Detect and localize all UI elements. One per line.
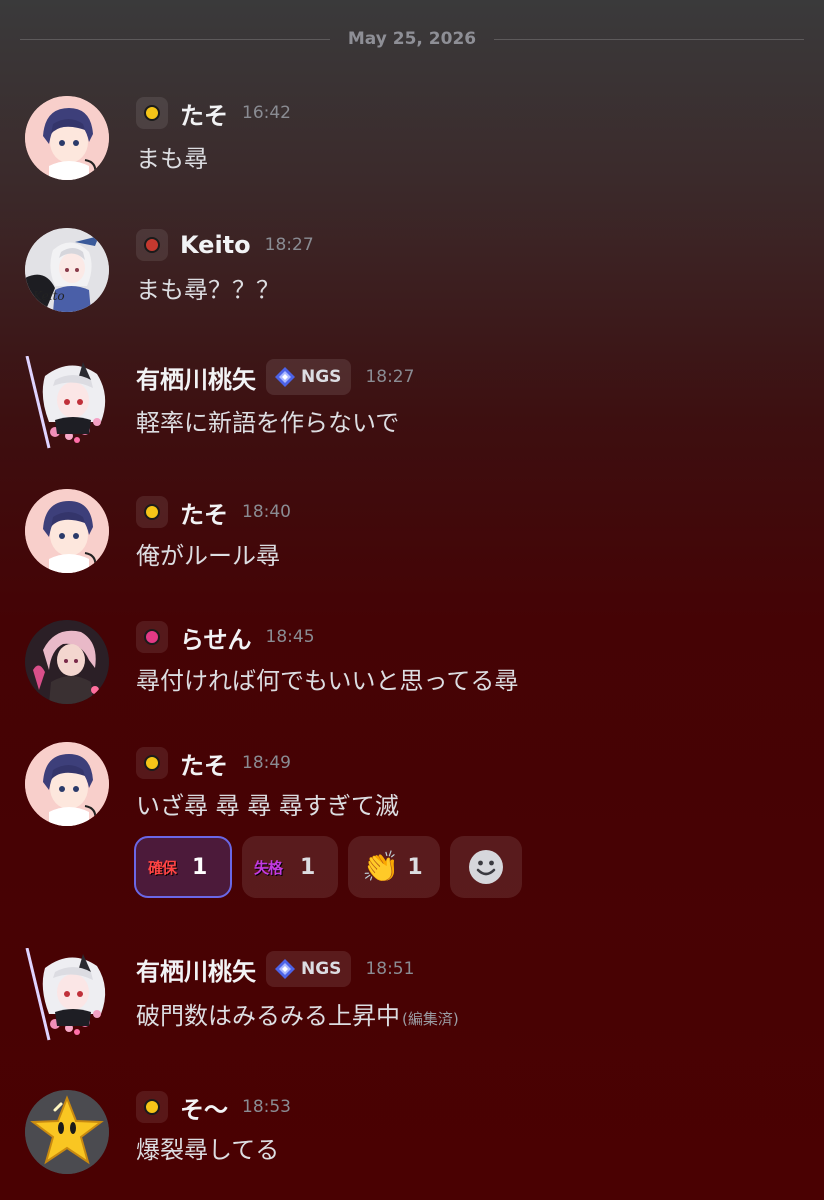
yellow-dot-icon bbox=[144, 504, 160, 520]
message-header: たそ 18:40 bbox=[136, 494, 291, 530]
username[interactable]: たそ bbox=[180, 96, 228, 131]
timestamp: 18:49 bbox=[242, 753, 291, 773]
yellow-dot-icon bbox=[144, 755, 160, 771]
reaction-shikkaku[interactable]: 失格 1 bbox=[242, 836, 338, 898]
username[interactable]: たそ bbox=[180, 746, 228, 781]
server-tag[interactable]: NGS bbox=[266, 951, 352, 987]
divider-line-left bbox=[20, 39, 330, 40]
timestamp: 18:27 bbox=[264, 235, 314, 255]
yellow-dot-icon bbox=[144, 105, 160, 121]
avatar[interactable] bbox=[25, 355, 109, 449]
reaction-clap[interactable]: 👏 1 bbox=[348, 836, 440, 898]
username[interactable]: そ〜 bbox=[180, 1090, 228, 1125]
username[interactable]: 有栖川桃矢 bbox=[136, 952, 256, 987]
timestamp: 18:51 bbox=[365, 959, 415, 979]
username[interactable]: 有栖川桃矢 bbox=[136, 360, 256, 395]
divider-line-right bbox=[494, 39, 804, 40]
server-tag-label: NGS bbox=[301, 959, 342, 979]
diamond-icon bbox=[275, 959, 295, 979]
reaction-count: 1 bbox=[300, 854, 316, 880]
timestamp: 18:53 bbox=[242, 1097, 291, 1117]
kakuho-emoji-icon: 確保 bbox=[148, 858, 177, 877]
timestamp: 16:42 bbox=[242, 103, 291, 123]
avatar[interactable] bbox=[25, 742, 109, 826]
avatar[interactable] bbox=[25, 489, 109, 573]
message-header: そ〜 18:53 bbox=[136, 1089, 291, 1125]
red-dot-icon bbox=[144, 237, 160, 253]
svg-text:Keito: Keito bbox=[32, 289, 65, 303]
role-badge bbox=[136, 229, 168, 261]
message-header: Keito 18:27 bbox=[136, 227, 314, 263]
role-badge bbox=[136, 496, 168, 528]
avatar[interactable] bbox=[25, 620, 109, 704]
message-header: らせん 18:45 bbox=[136, 619, 315, 655]
role-badge bbox=[136, 747, 168, 779]
reaction-count: 1 bbox=[192, 854, 208, 880]
avatar[interactable] bbox=[25, 947, 109, 1041]
timestamp: 18:45 bbox=[265, 627, 315, 647]
message-text: 爆裂尋してる bbox=[136, 1136, 280, 1164]
reaction-bar: 確保 1 失格 1 👏 1 bbox=[134, 836, 532, 898]
timestamp: 18:27 bbox=[365, 367, 415, 387]
yellow-dot-icon bbox=[144, 1099, 160, 1115]
role-badge bbox=[136, 621, 168, 653]
username[interactable]: Keito bbox=[180, 231, 251, 259]
clapping-hands-icon: 👏 bbox=[362, 849, 400, 885]
message-header: 有栖川桃矢 NGS 18:27 bbox=[136, 359, 414, 395]
role-badge bbox=[136, 1091, 168, 1123]
add-reaction-icon bbox=[469, 850, 503, 884]
reaction-kakuho[interactable]: 確保 1 bbox=[134, 836, 232, 898]
message-header: 有栖川桃矢 NGS 18:51 bbox=[136, 951, 414, 987]
diamond-icon bbox=[275, 367, 295, 387]
message-header: たそ 18:49 bbox=[136, 745, 291, 781]
avatar[interactable]: Keito bbox=[25, 228, 109, 312]
avatar[interactable] bbox=[25, 96, 109, 180]
message-text: 破門数はみるみる上昇中 (編集済) bbox=[136, 996, 459, 1031]
username[interactable]: たそ bbox=[180, 495, 228, 530]
message-text: 尋付ければ何でもいいと思ってる尋 bbox=[136, 667, 519, 695]
message-text: いざ尋 尋 尋 尋すぎて滅 bbox=[136, 792, 399, 820]
message-header: たそ 16:42 bbox=[136, 95, 291, 131]
message-text: 俺がルール尋 bbox=[136, 542, 280, 570]
role-badge bbox=[136, 97, 168, 129]
date-label: May 25, 2026 bbox=[347, 29, 477, 49]
pink-dot-icon bbox=[144, 629, 160, 645]
avatar[interactable] bbox=[25, 1090, 109, 1174]
username[interactable]: らせん bbox=[180, 620, 252, 655]
message-text: 軽率に新語を作らないで bbox=[136, 409, 400, 437]
date-divider: May 25, 2026 bbox=[20, 28, 804, 52]
message-text-content: 破門数はみるみる上昇中 bbox=[136, 1002, 400, 1030]
server-tag-label: NGS bbox=[301, 367, 342, 387]
edited-label: (編集済) bbox=[402, 1010, 459, 1028]
message-text: まも尋？？？ bbox=[136, 276, 280, 304]
add-reaction-button[interactable] bbox=[450, 836, 522, 898]
shikkaku-emoji-icon: 失格 bbox=[254, 858, 283, 877]
message-text: まも尋 bbox=[136, 145, 208, 173]
timestamp: 18:40 bbox=[242, 502, 291, 522]
server-tag[interactable]: NGS bbox=[266, 359, 352, 395]
reaction-count: 1 bbox=[407, 854, 423, 880]
